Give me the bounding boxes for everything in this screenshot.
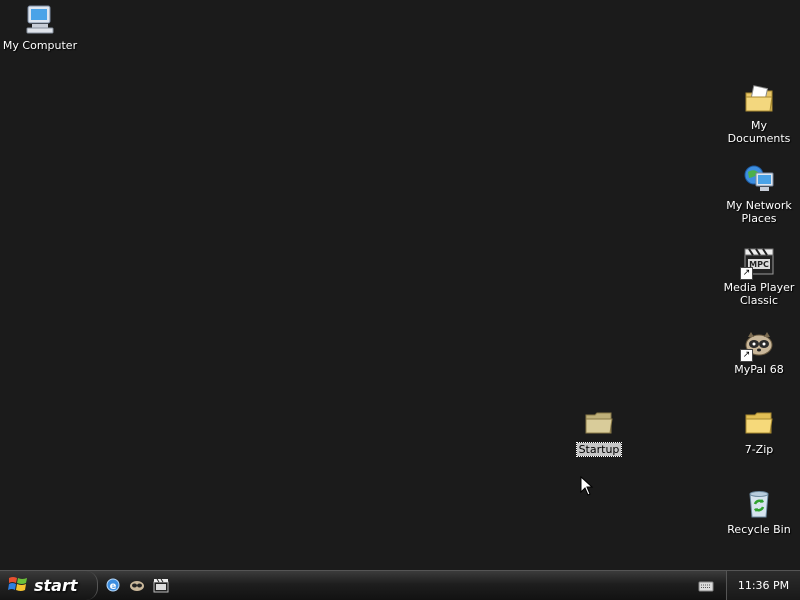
- documents-folder-icon: [742, 82, 776, 116]
- desktop-icon-startup[interactable]: Startup: [559, 406, 639, 457]
- desktop-icon-my-computer[interactable]: My Computer: [0, 2, 80, 52]
- system-tray: 11:36 PM: [726, 571, 800, 600]
- media-player-icon: MPC ↗: [740, 244, 776, 280]
- svg-text:e: e: [110, 581, 117, 592]
- ie-icon[interactable]: e: [104, 576, 122, 594]
- clock[interactable]: 11:36 PM: [738, 579, 789, 592]
- shortcut-arrow-icon: ↗: [740, 267, 753, 280]
- desktop[interactable]: My Computer My Documents My Network Plac…: [0, 0, 800, 570]
- desktop-icon-mypal-68[interactable]: ↗ MyPal 68: [719, 326, 799, 376]
- desktop-icon-label: Startup: [575, 442, 623, 457]
- network-icon: [742, 162, 776, 196]
- start-label: start: [34, 576, 78, 595]
- quick-launch-bar: e: [104, 576, 170, 594]
- computer-icon: [23, 2, 57, 36]
- windows-logo-icon: [8, 575, 28, 597]
- folder-icon: [582, 406, 616, 440]
- taskbar: start e 11:36 PM: [0, 570, 800, 600]
- desktop-icon-7-zip[interactable]: 7-Zip: [719, 406, 799, 456]
- folder-icon: [742, 406, 776, 440]
- mypal-icon[interactable]: [128, 576, 146, 594]
- desktop-icon-label: My Computer: [2, 39, 78, 52]
- desktop-icon-recycle-bin[interactable]: Recycle Bin: [719, 486, 799, 536]
- desktop-icon-label: MyPal 68: [734, 363, 784, 376]
- mypal-icon: ↗: [740, 326, 776, 362]
- start-button[interactable]: start: [0, 571, 98, 600]
- mouse-cursor-icon: [580, 475, 594, 500]
- shortcut-arrow-icon: ↗: [740, 349, 753, 362]
- desktop-icon-my-network-places[interactable]: My Network Places: [719, 162, 799, 225]
- desktop-icon-media-player-classic[interactable]: MPC ↗ Media Player Classic: [719, 244, 799, 307]
- desktop-icon-label: My Documents: [727, 119, 791, 145]
- desktop-icon-label: My Network Places: [726, 199, 792, 225]
- desktop-icon-label: 7-Zip: [744, 443, 774, 456]
- media-player-icon[interactable]: [152, 576, 170, 594]
- desktop-icon-my-documents[interactable]: My Documents: [719, 82, 799, 145]
- desktop-icon-label: Media Player Classic: [723, 281, 795, 307]
- recycle-bin-icon: [742, 486, 776, 520]
- desktop-icon-label: Recycle Bin: [727, 523, 791, 536]
- keyboard-layout-icon[interactable]: [698, 578, 714, 594]
